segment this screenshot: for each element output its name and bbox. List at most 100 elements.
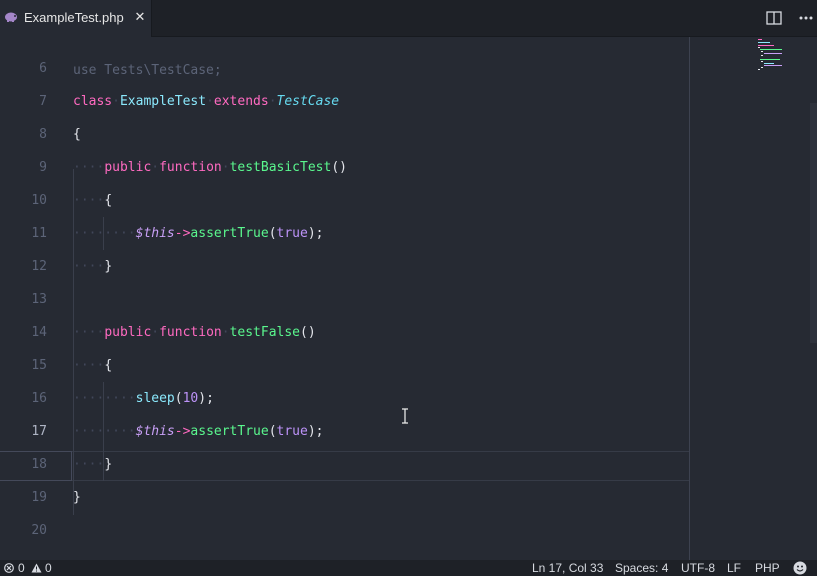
line-number: 17 [31, 424, 47, 439]
line-number: 20 [31, 523, 47, 538]
code-token: ···· [73, 259, 105, 274]
code-token: } [104, 259, 113, 274]
eol-setting[interactable]: LF [727, 561, 741, 576]
line-number: 9 [39, 160, 47, 175]
indentation-setting[interactable]: Spaces: 4 [615, 561, 668, 576]
code-text: ····{ [73, 184, 112, 217]
code-token: { [104, 193, 113, 208]
code-token: () [300, 325, 316, 340]
code-token: ···· [73, 325, 105, 340]
code-line: 9 ····public·function·testBasicTest() [0, 151, 690, 184]
code-text: } [73, 490, 81, 505]
code-token: 10 [182, 391, 199, 406]
code-token: testBasicTest [229, 160, 332, 175]
code-token: · [221, 160, 230, 175]
code-text: ····} [73, 448, 112, 481]
code-line: 11 ········$this->assertTrue(true); [0, 217, 690, 250]
line-number: 10 [31, 193, 47, 208]
code-token: ···· [73, 358, 105, 373]
code-line: 20 [0, 514, 690, 547]
code-text: ····} [73, 250, 112, 283]
split-editor-icon[interactable] [766, 11, 782, 25]
code-line: 12 ····} [0, 250, 690, 283]
line-number: 19 [31, 490, 47, 505]
line-number: 15 [31, 358, 47, 373]
tab-bar: ExampleTest.php ✕ [0, 0, 817, 37]
code-line: 10 ····{ [0, 184, 690, 217]
minimap[interactable] [756, 37, 810, 77]
code-line: 13 [0, 283, 690, 316]
code-token: public [104, 325, 152, 340]
code-token: } [104, 457, 113, 472]
code-token: extends [213, 94, 269, 109]
code-text: ····{ [73, 349, 112, 382]
code-token: · [221, 325, 230, 340]
code-text: ····public·function·testBasicTest() [73, 151, 347, 184]
code-token: assertTrue [190, 226, 269, 241]
code-token: · [112, 94, 120, 109]
line-number: 6 [39, 61, 47, 76]
code-token: ···· [73, 160, 105, 175]
code-token: ); [307, 226, 324, 241]
code-token: testFalse [229, 325, 301, 340]
code-line: 7 class·ExampleTest·extends·TestCase [0, 85, 690, 118]
column-ruler [689, 37, 690, 560]
line-number: 8 [39, 127, 47, 142]
code-token: ( [174, 391, 183, 406]
code-token: · [151, 325, 160, 340]
line-number: 11 [31, 226, 47, 241]
code-line: 19} [0, 481, 690, 514]
code-token: class [73, 94, 113, 109]
code-token: $this [135, 226, 175, 241]
code-token: $this [135, 424, 175, 439]
code-text: { [73, 127, 81, 142]
code-token: -> [174, 226, 191, 241]
code-token: ( [268, 424, 277, 439]
status-bar: 0 0 Ln 17, Col 33 Spaces: 4 UTF-8 LF PHP [0, 560, 817, 576]
tab-exampletest[interactable]: ExampleTest.php ✕ [0, 0, 152, 37]
code-token: ···· [73, 457, 105, 472]
line-number: 18 [31, 457, 47, 472]
code-token: · [268, 94, 277, 109]
code-text: class·ExampleTest·extends·TestCase [73, 85, 339, 118]
line-number: 12 [31, 259, 47, 274]
more-actions-icon[interactable] [798, 11, 814, 25]
code-line: 17 ········$this->assertTrue(true); [0, 415, 690, 448]
code-editor[interactable]: use Tests\TestCase; 6 7 class·ExampleTest·… [0, 37, 817, 560]
close-icon[interactable]: ✕ [133, 11, 147, 25]
smiley-icon[interactable] [793, 561, 807, 575]
code-token: assertTrue [190, 424, 269, 439]
code-token: ExampleTest [119, 94, 207, 109]
error-icon[interactable] [4, 563, 14, 573]
code-token: { [104, 358, 113, 373]
code-token: ········ [73, 226, 136, 241]
code-token: ········ [73, 391, 136, 406]
cursor-position[interactable]: Ln 17, Col 33 [532, 561, 603, 576]
code-line: 18 ····} [0, 448, 690, 481]
code-token: ); [307, 424, 324, 439]
code-token: · [151, 160, 160, 175]
line-number: 13 [31, 292, 47, 307]
code-line: 15 ····{ [0, 349, 690, 382]
error-count[interactable]: 0 [18, 561, 25, 576]
code-token: sleep [135, 391, 175, 406]
code-token: ···· [73, 193, 105, 208]
encoding-setting[interactable]: UTF-8 [681, 561, 715, 576]
line-number: 7 [39, 94, 47, 109]
warning-icon[interactable] [31, 563, 42, 573]
code-text: ········sleep(10); [73, 382, 214, 415]
code-text: ········$this->assertTrue(true); [73, 217, 324, 250]
code-token: () [331, 160, 347, 175]
php-elephant-icon [5, 12, 17, 22]
scrollbar-thumb[interactable] [810, 103, 817, 343]
code-token: ); [198, 391, 214, 406]
code-line: 14 ····public·function·testFalse() [0, 316, 690, 349]
code-token: function [159, 325, 222, 340]
code-text: ········$this->assertTrue(true); [73, 415, 324, 448]
code-line: 16 ········sleep(10); [0, 382, 690, 415]
language-mode[interactable]: PHP [755, 561, 780, 576]
warning-count[interactable]: 0 [45, 561, 52, 576]
code-token: true [276, 226, 308, 241]
code-token: TestCase [276, 94, 340, 109]
code-token: ········ [73, 424, 136, 439]
